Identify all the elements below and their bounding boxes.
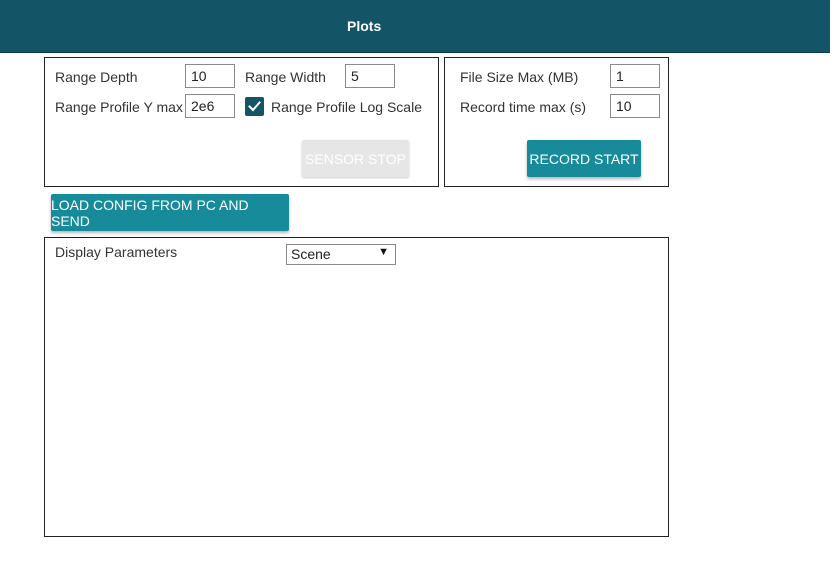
log-scale-checkbox[interactable] xyxy=(245,97,264,116)
file-size-input[interactable] xyxy=(610,64,660,88)
display-parameters-panel: Display Parameters Scene ▼ xyxy=(44,237,669,537)
record-settings-panel: File Size Max (MB) Record time max (s) R… xyxy=(444,57,669,187)
range-width-input[interactable] xyxy=(345,64,395,88)
header-bar: Plots xyxy=(0,0,830,53)
record-time-input[interactable] xyxy=(610,94,660,118)
range-depth-input[interactable] xyxy=(185,64,235,88)
record-time-label: Record time max (s) xyxy=(460,99,587,115)
display-parameters-select[interactable]: Scene ▼ xyxy=(286,244,396,265)
file-size-label: File Size Max (MB) xyxy=(460,69,579,85)
load-config-button[interactable]: LOAD CONFIG FROM PC AND SEND xyxy=(51,194,289,231)
range-profile-ymax-label: Range Profile Y max xyxy=(55,99,183,115)
range-depth-label: Range Depth xyxy=(55,69,138,85)
sensor-settings-panel: Range Depth Range Width Range Profile Y … xyxy=(44,57,439,187)
range-profile-ymax-input[interactable] xyxy=(185,94,235,118)
page-title: Plots xyxy=(347,18,382,34)
checkmark-icon xyxy=(248,101,261,112)
log-scale-label: Range Profile Log Scale xyxy=(271,99,422,115)
range-width-label: Range Width xyxy=(245,69,326,85)
display-parameters-selected-value: Scene xyxy=(291,246,331,262)
record-start-button[interactable]: RECORD START xyxy=(527,140,641,177)
dropdown-arrow-icon: ▼ xyxy=(378,246,389,258)
display-parameters-label: Display Parameters xyxy=(55,244,178,260)
sensor-stop-button[interactable]: SENSOR STOP xyxy=(302,140,409,177)
